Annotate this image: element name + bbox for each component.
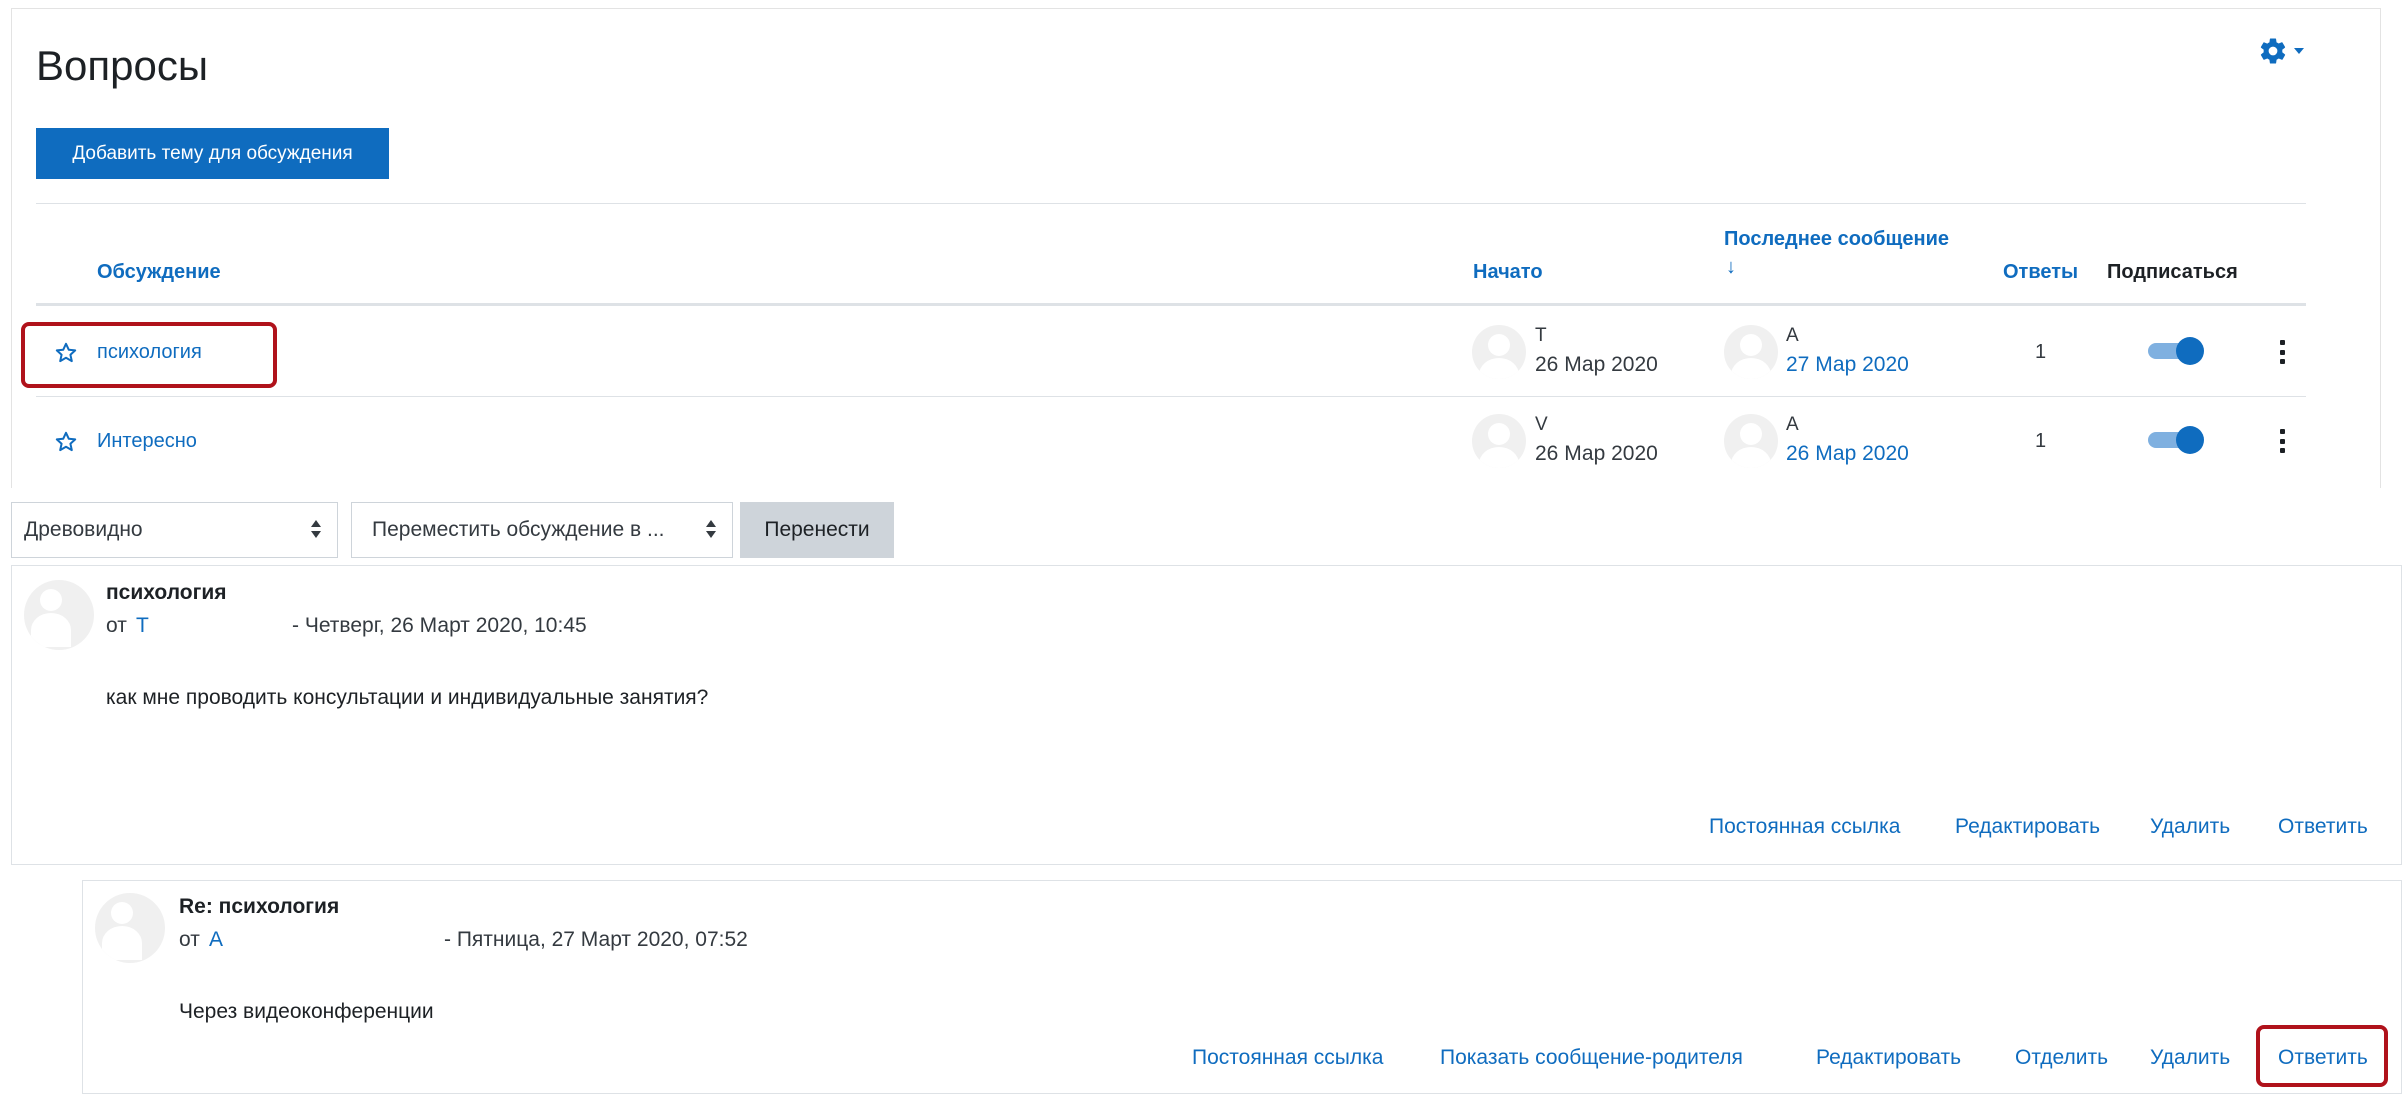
sort-desc-icon: ↓ — [1726, 256, 1736, 278]
post-by-prefix: от — [106, 614, 127, 637]
split-link[interactable]: Отделить — [2015, 1046, 2108, 1070]
post-date: - Четверг, 26 Март 2020, 10:45 — [292, 614, 587, 637]
post-subject: Re: психология — [179, 895, 340, 918]
post-subject: психология — [106, 581, 227, 604]
post-author[interactable]: А — [209, 928, 223, 952]
row-divider — [36, 396, 2306, 397]
display-mode-select[interactable]: Древовидно — [11, 502, 338, 558]
last-post-by[interactable]: А — [1786, 414, 1799, 436]
kebab-icon[interactable] — [2278, 429, 2286, 453]
replies-count[interactable]: 1 — [2035, 341, 2046, 364]
started-by[interactable]: V — [1535, 414, 1548, 436]
reply-link[interactable]: Ответить — [2278, 815, 2368, 839]
replies-count[interactable]: 1 — [2035, 430, 2046, 453]
avatar[interactable] — [1472, 325, 1526, 379]
edit-link[interactable]: Редактировать — [1955, 815, 2100, 839]
post-body: как мне проводить консультации и индивид… — [106, 686, 709, 709]
discussion-link[interactable]: Интересно — [97, 430, 197, 453]
last-post-by[interactable]: А — [1786, 325, 1799, 347]
avatar[interactable] — [95, 893, 165, 963]
move-button[interactable]: Перенести — [740, 502, 894, 558]
avatar[interactable] — [1724, 325, 1778, 379]
last-post-date[interactable]: 27 Мар 2020 — [1786, 353, 1909, 377]
subscribe-toggle[interactable] — [2148, 337, 2206, 365]
edit-link[interactable]: Редактировать — [1816, 1046, 1961, 1070]
post-by-prefix: от — [179, 928, 200, 951]
select-arrows-icon — [706, 520, 716, 540]
started-by[interactable]: Т — [1535, 325, 1547, 347]
kebab-icon[interactable] — [2278, 340, 2286, 364]
avatar[interactable] — [1724, 414, 1778, 468]
post-author[interactable]: Т — [136, 614, 149, 638]
header-replies[interactable]: Ответы — [2003, 261, 2078, 284]
post-date: - Пятница, 27 Март 2020, 07:52 — [444, 928, 748, 951]
select-arrows-icon — [311, 520, 321, 540]
move-discussion-select[interactable]: Переместить обсуждение в ... — [351, 502, 733, 558]
permalink-link[interactable]: Постоянная ссылка — [1709, 815, 1900, 839]
post-body: Через видеоконференции — [179, 1000, 434, 1023]
highlight-box — [21, 322, 277, 388]
display-mode-value: Древовидно — [24, 518, 143, 541]
avatar[interactable] — [1472, 414, 1526, 468]
divider — [36, 203, 2306, 204]
forum-card — [11, 8, 2381, 488]
permalink-link[interactable]: Постоянная ссылка — [1192, 1046, 1383, 1070]
table-header-divider — [36, 303, 2306, 306]
star-icon[interactable] — [54, 430, 78, 454]
started-date: 26 Мар 2020 — [1535, 442, 1658, 465]
header-discussion[interactable]: Обсуждение — [97, 261, 221, 284]
delete-link[interactable]: Удалить — [2150, 1046, 2230, 1070]
last-post-date[interactable]: 26 Мар 2020 — [1786, 442, 1909, 466]
header-last-post[interactable]: Последнее сообщение — [1724, 228, 1949, 251]
show-parent-link[interactable]: Показать сообщение-родителя — [1440, 1046, 1743, 1070]
delete-link[interactable]: Удалить — [2150, 815, 2230, 839]
started-date: 26 Мар 2020 — [1535, 353, 1658, 376]
highlight-box — [2256, 1025, 2388, 1087]
subscribe-toggle[interactable] — [2148, 426, 2206, 454]
chevron-down-icon — [2294, 48, 2304, 54]
header-subscribe: Подписаться — [2107, 261, 2238, 283]
gear-icon — [2260, 38, 2286, 64]
add-discussion-button[interactable]: Добавить тему для обсуждения — [36, 128, 389, 179]
page-title: Вопросы — [36, 42, 209, 89]
settings-menu[interactable] — [2258, 34, 2320, 68]
header-started[interactable]: Начато — [1473, 261, 1543, 284]
avatar[interactable] — [24, 580, 94, 650]
move-discussion-value: Переместить обсуждение в ... — [372, 518, 665, 541]
